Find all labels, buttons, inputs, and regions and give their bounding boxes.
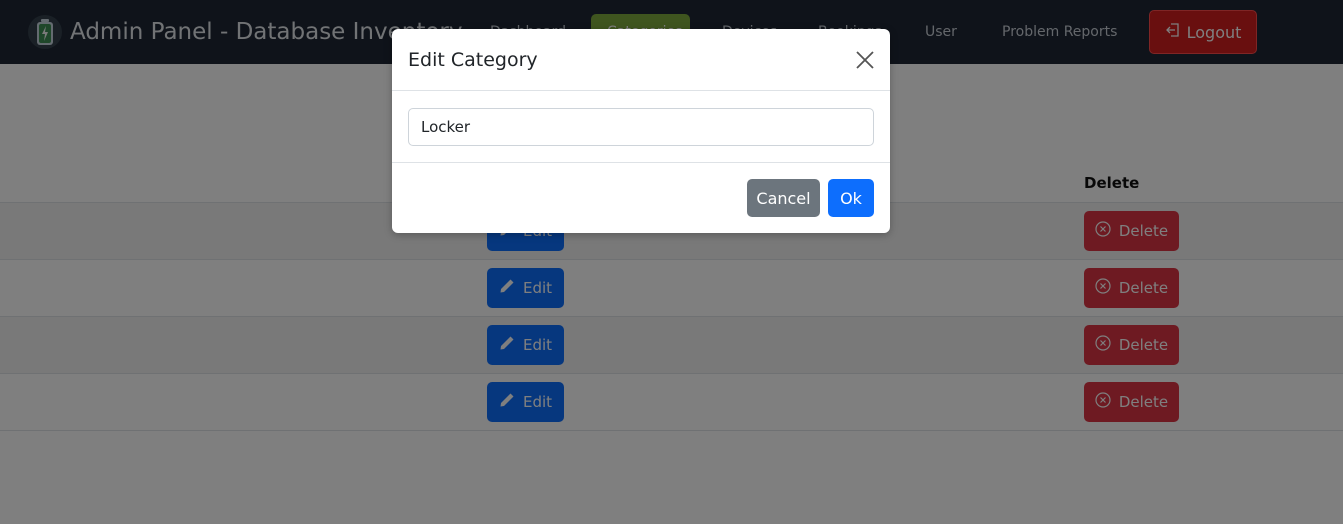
- cancel-button[interactable]: Cancel: [747, 179, 820, 217]
- category-name-input[interactable]: [408, 108, 874, 146]
- edit-category-modal: Edit Category Cancel Ok: [392, 29, 890, 233]
- modal-title: Edit Category: [408, 49, 538, 71]
- ok-button[interactable]: Ok: [828, 179, 874, 217]
- modal-header: Edit Category: [392, 29, 890, 91]
- close-icon[interactable]: [854, 49, 876, 71]
- modal-footer: Cancel Ok: [392, 162, 890, 233]
